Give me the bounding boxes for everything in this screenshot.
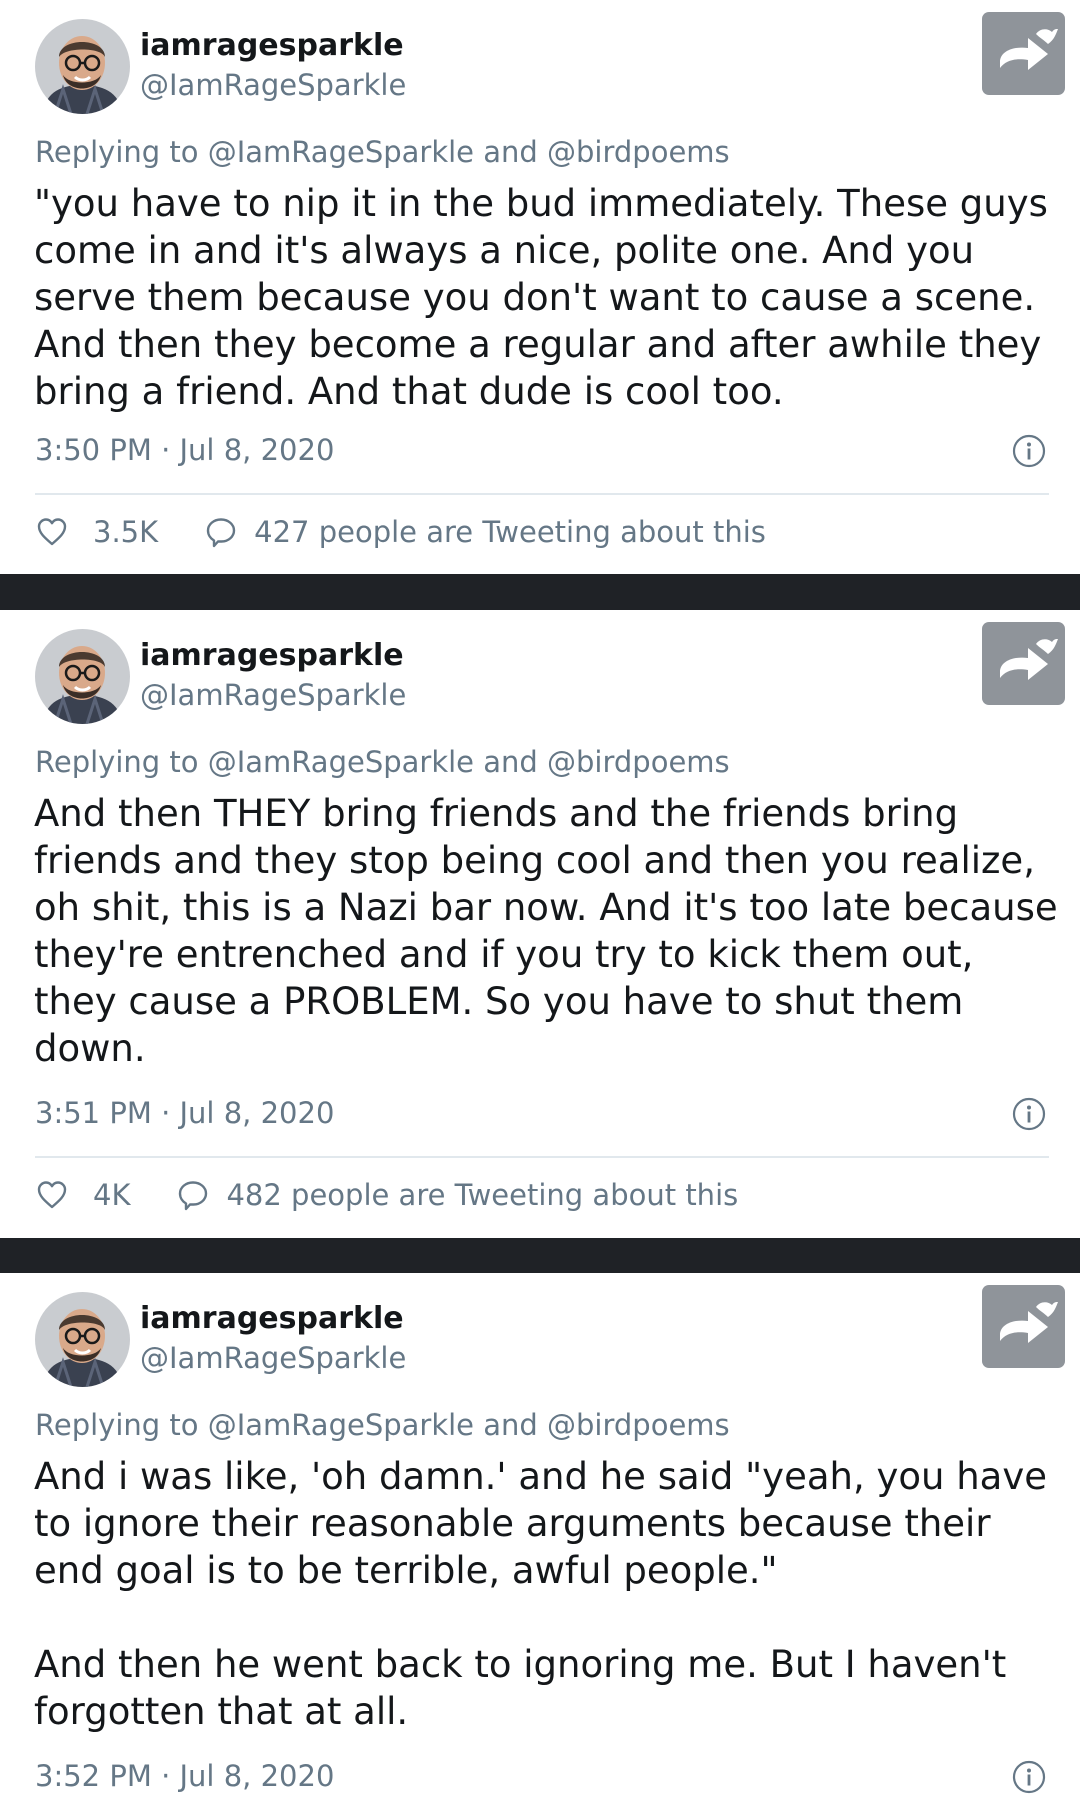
display-name[interactable]: iamragesparkle — [140, 27, 404, 65]
info-icon[interactable] — [1012, 1760, 1046, 1794]
avatar[interactable] — [35, 1292, 130, 1387]
user-handle[interactable]: @IamRageSparkle — [140, 66, 406, 104]
user-handle[interactable]: @IamRageSparkle — [140, 1339, 406, 1377]
replying-to: Replying to @IamRageSparkle and @birdpoe… — [35, 745, 730, 779]
speech-bubble-icon[interactable] — [204, 515, 238, 549]
tweet-paragraph: "you have to nip it in the bud immediate… — [34, 182, 1048, 413]
twitter-share-icon[interactable] — [982, 1285, 1065, 1368]
tweet-paragraph: And i was like, 'oh damn.' and he said "… — [34, 1455, 1048, 1592]
tweet-paragraph: And then he went back to ignoring me. Bu… — [34, 1643, 1007, 1733]
tweeting-about-link[interactable]: 482 people are Tweeting about this — [226, 1178, 738, 1212]
tweet-card: iamragesparkle @IamRageSparkle Replying … — [0, 610, 1080, 1238]
replying-to: Replying to @IamRageSparkle and @birdpoe… — [35, 1408, 730, 1442]
avatar[interactable] — [35, 19, 130, 114]
timestamp[interactable]: 3:51 PM · Jul 8, 2020 — [35, 1095, 334, 1131]
avatar[interactable] — [35, 629, 130, 724]
info-icon[interactable] — [1012, 1097, 1046, 1131]
divider — [35, 493, 1049, 495]
info-icon[interactable] — [1012, 434, 1046, 468]
tweet-card: iamragesparkle @IamRageSparkle Replying … — [0, 1273, 1080, 1817]
twitter-share-icon[interactable] — [982, 12, 1065, 95]
timestamp[interactable]: 3:52 PM · Jul 8, 2020 — [35, 1758, 334, 1794]
tweet-text: And i was like, 'oh damn.' and he said "… — [34, 1453, 1059, 1735]
tweet-paragraph: And then THEY bring friends and the frie… — [34, 792, 1058, 1070]
tweeting-about-link[interactable]: 427 people are Tweeting about this — [254, 515, 766, 549]
heart-icon[interactable] — [35, 515, 69, 549]
like-count: 3.5K — [93, 515, 159, 549]
user-handle[interactable]: @IamRageSparkle — [140, 676, 406, 714]
replying-to: Replying to @IamRageSparkle and @birdpoe… — [35, 135, 730, 169]
display-name[interactable]: iamragesparkle — [140, 637, 404, 675]
twitter-share-icon[interactable] — [982, 622, 1065, 705]
heart-icon[interactable] — [35, 1178, 69, 1212]
tweet-card: iamragesparkle @IamRageSparkle Replying … — [0, 0, 1080, 574]
divider — [35, 1156, 1049, 1158]
tweet-text: And then THEY bring friends and the frie… — [34, 790, 1059, 1072]
like-count: 4K — [93, 1178, 131, 1212]
action-row: 3.5K 427 people are Tweeting about this — [35, 512, 766, 552]
tweet-text: "you have to nip it in the bud immediate… — [34, 180, 1059, 415]
display-name[interactable]: iamragesparkle — [140, 1300, 404, 1338]
speech-bubble-icon[interactable] — [176, 1178, 210, 1212]
action-row: 4K 482 people are Tweeting about this — [35, 1175, 738, 1215]
timestamp[interactable]: 3:50 PM · Jul 8, 2020 — [35, 432, 334, 468]
